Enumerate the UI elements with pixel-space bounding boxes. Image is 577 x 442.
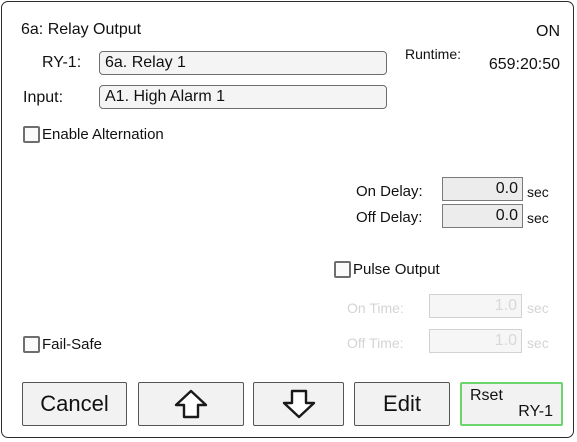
runtime-label: Runtime:	[405, 46, 462, 62]
runtime-value: 659:20:50	[488, 56, 560, 73]
off-time-label: Off Time:	[347, 335, 404, 351]
enable-alternation-option[interactable]: Enable Alternation	[23, 125, 203, 145]
cancel-button-label: Cancel	[40, 391, 109, 416]
enable-alternation-label: Enable Alternation	[42, 126, 164, 143]
input-field[interactable]: A1. High Alarm 1	[99, 85, 387, 109]
fail-safe-option[interactable]: Fail-Safe	[23, 335, 123, 355]
on-delay-label: On Delay:	[356, 183, 423, 200]
pulse-output-label: Pulse Output	[353, 261, 440, 278]
relay-field[interactable]: 6a. Relay 1	[99, 51, 387, 75]
off-delay-field[interactable]: 0.0	[442, 204, 523, 228]
on-delay-unit: sec	[527, 184, 549, 200]
pulse-output-checkbox[interactable]	[334, 261, 351, 278]
edit-button-label: Edit	[383, 391, 421, 416]
reset-button-relay: RY-1	[518, 403, 553, 420]
enable-alternation-checkbox[interactable]	[23, 126, 40, 143]
off-time-field: 1.0	[429, 329, 522, 353]
off-time-unit: sec	[527, 335, 549, 351]
relay-state: ON	[536, 23, 560, 40]
input-label: Input:	[23, 89, 64, 106]
relay-output-screen: 6a: Relay Output ON RY-1: 6a. Relay 1 Ru…	[1, 1, 574, 438]
up-button[interactable]	[138, 382, 244, 426]
cancel-button[interactable]: Cancel	[22, 382, 127, 426]
pulse-output-option[interactable]: Pulse Output	[334, 260, 474, 280]
arrow-down-icon	[282, 389, 316, 419]
edit-button[interactable]: Edit	[354, 382, 450, 426]
on-delay-field[interactable]: 0.0	[442, 177, 523, 201]
relay-label: RY-1:	[42, 54, 82, 71]
fail-safe-label: Fail-Safe	[42, 336, 103, 353]
on-time-field: 1.0	[429, 294, 522, 318]
on-time-unit: sec	[527, 300, 549, 316]
arrow-up-icon	[174, 389, 208, 419]
down-button[interactable]	[253, 382, 344, 426]
screen-title: 6a: Relay Output	[21, 21, 142, 38]
off-delay-label: Off Delay:	[356, 209, 423, 226]
fail-safe-checkbox[interactable]	[23, 336, 40, 353]
on-time-label: On Time:	[347, 300, 404, 316]
reset-relay-button[interactable]: Rset RY-1	[460, 382, 563, 426]
reset-button-label: Rset	[470, 387, 503, 404]
off-delay-unit: sec	[527, 210, 549, 226]
